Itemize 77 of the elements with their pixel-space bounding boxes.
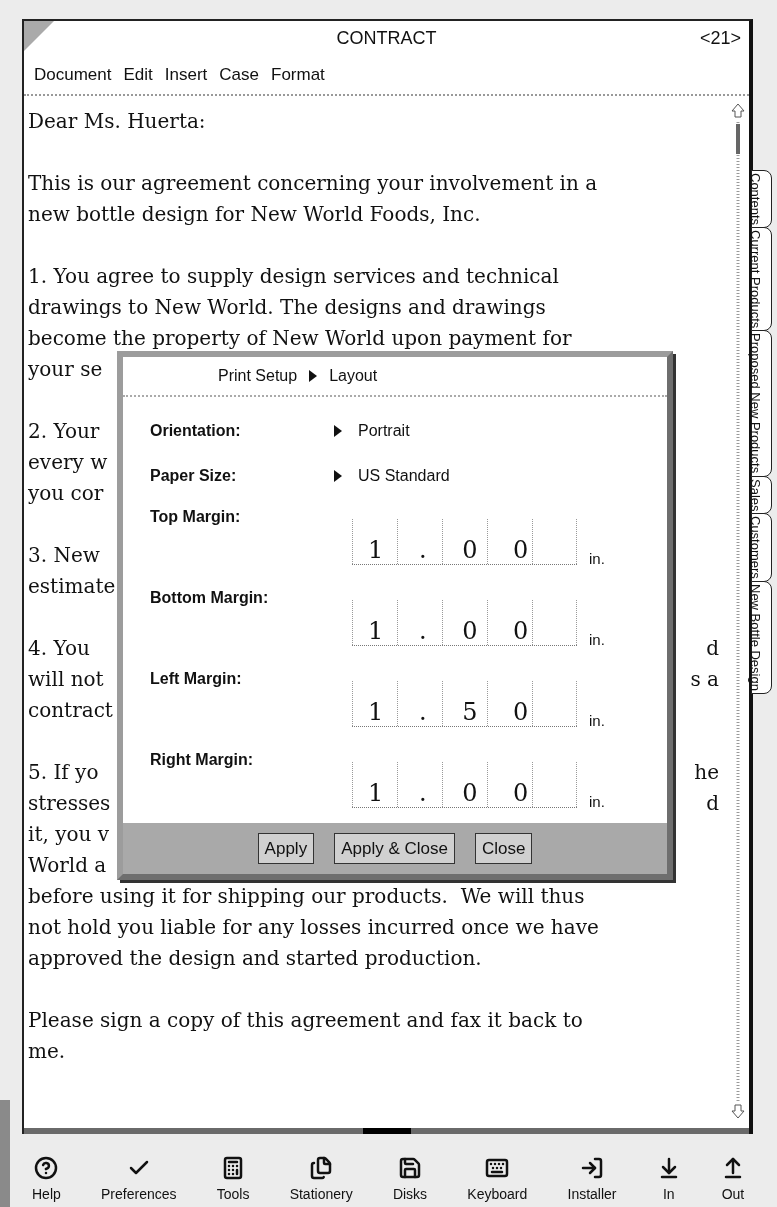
field-label: Top Margin: [150,506,242,527]
text-line: estimate [28,573,116,600]
field-label: Bottom Margin: [150,587,270,608]
margin-input-field[interactable]: 1 . 0 0 [352,518,577,565]
dog-ear-icon [24,21,54,51]
text-line: 4. You [28,635,90,662]
unit-label: in. [589,630,605,651]
page-number: <21> [699,26,741,50]
door-arrow-icon [580,1156,604,1180]
dialog-button[interactable]: Apply & Close [334,832,455,865]
text-line: stresses [28,790,111,817]
text-line: your se [28,356,103,383]
text-line: will not [28,666,104,693]
menu-item[interactable]: Case [219,61,259,88]
field-label: Orientation: [150,421,242,442]
unit-label: in. [589,549,605,570]
text-line: drawings to New World. The designs and drawings [28,294,546,321]
margin-input-field[interactable]: 1 . 0 0 [352,599,577,646]
text-line: 5. If yo [28,759,99,786]
text-line: s a [690,666,719,693]
toolbar-button[interactable]: Out [720,1156,745,1205]
text-line: 1. You agree to supply design services and technical [28,263,559,290]
text-line: Please sign a copy of this agreement and fax it back to [28,1007,583,1034]
unit-label: in. [589,711,605,732]
section-tab[interactable]: Contents [751,170,772,229]
text-line: World a [28,852,107,879]
dialog-button[interactable]: Apply [257,832,315,865]
text-line: new bottle design for New World Foods, Inc. [28,201,481,228]
toolbar-button[interactable]: Preferences [101,1156,177,1205]
text-line: approved the design and started production. [28,945,482,972]
field-label: Left Margin: [150,668,243,689]
help-icon [34,1156,59,1180]
window-title: CONTRACT [336,26,437,50]
text-line: 3. New [28,542,100,569]
field-label: Right Margin: [150,749,255,770]
text-line: contract [28,697,113,724]
text-line: he [694,759,719,786]
dialog-button[interactable]: Close [474,832,533,865]
toolbar-button[interactable]: Disks [392,1156,428,1205]
menu-item[interactable]: Document [34,61,112,88]
text-line: before using it for shipping our products. We will thus [28,883,585,910]
margin-input-field[interactable]: 1 . 5 0 [352,680,577,727]
section-tab[interactable]: Customers [751,513,772,582]
text-line: Dear Ms. Huerta: [28,108,206,135]
text-line: it, you v [28,821,110,848]
field-label: Paper Size: [150,466,238,487]
choice-button[interactable]: Portrait [334,419,410,444]
pages-icon [309,1156,334,1180]
section-tab[interactable]: Sales [751,475,772,515]
menu-item[interactable]: Format [271,61,325,88]
text-line: 2. Your [28,418,100,445]
caret-right-icon [334,425,342,438]
text-line: me. [28,1038,66,1065]
toolbar-button[interactable]: Help [32,1156,61,1205]
toolbar-button[interactable]: Installer [567,1156,617,1205]
text-line: d [706,635,719,662]
dialog-title: Print Setup [218,365,298,386]
unit-label: in. [589,792,605,813]
text-line: not hold you liable for any losses incurred once we have [28,914,599,941]
text-line: you cor [28,480,104,507]
menu-item[interactable]: Insert [164,61,208,88]
menu-item[interactable]: Edit [123,61,153,88]
dialog-subtitle: Layout [329,365,378,386]
choice-button[interactable]: US Standard [334,464,450,489]
caret-right-icon [309,369,318,382]
text-line: every w [28,449,108,476]
text-line: become the property of New World upon payment for [28,325,572,352]
toolbar-button[interactable]: Stationery [289,1156,353,1205]
text-line: d [706,790,719,817]
text-line: This is our agreement concerning your involvement in a [28,170,598,197]
margin-input-field[interactable]: 1 . 0 0 [352,761,577,808]
keyboard-icon [485,1156,510,1180]
caret-right-icon [334,470,342,483]
toolbar-button[interactable]: Keyboard [467,1156,528,1205]
toolbar-button[interactable]: In [656,1156,681,1205]
toolbar-button[interactable]: Tools [216,1156,250,1205]
section-tab[interactable]: Current Products [751,227,772,332]
